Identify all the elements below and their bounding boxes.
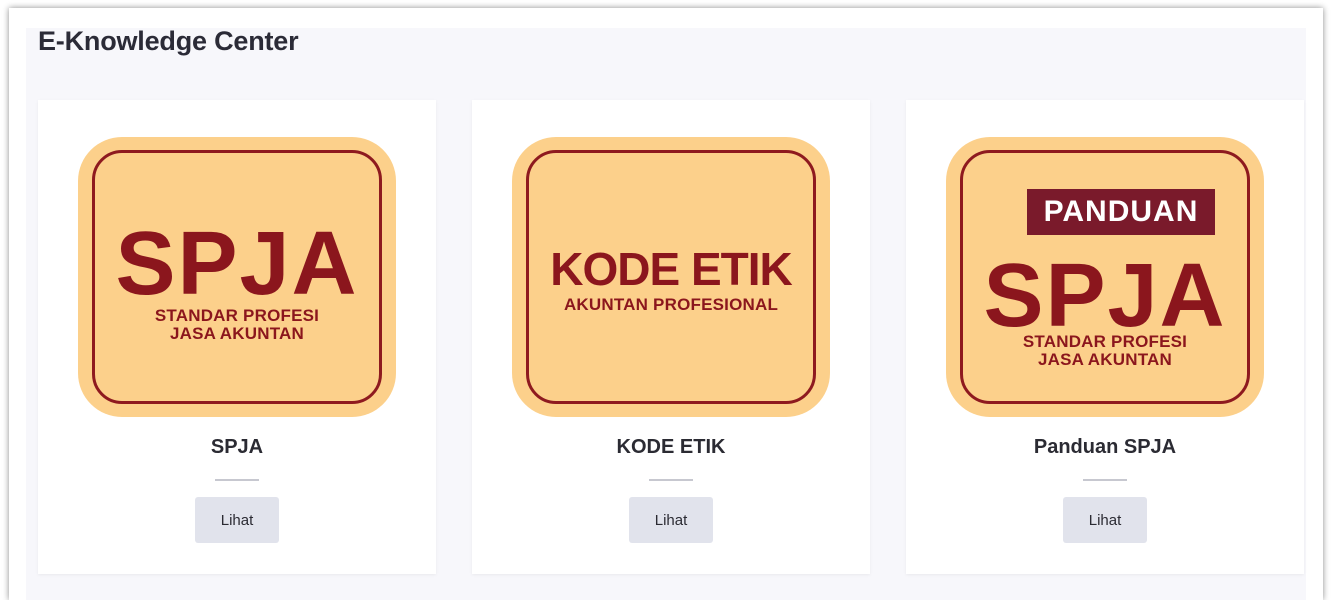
- spja-cover-image[interactable]: SPJA STANDAR PROFESI JASA AKUNTAN: [78, 137, 396, 417]
- knowledge-card-spja: SPJA STANDAR PROFESI JASA AKUNTAN SPJA L…: [38, 100, 436, 574]
- cover-border: PANDUAN SPJA STANDAR PROFESI JASA AKUNTA…: [960, 150, 1250, 404]
- knowledge-card-kode-etik: KODE ETIK AKUNTAN PROFESIONAL KODE ETIK …: [472, 100, 870, 574]
- panduan-spja-cover-image[interactable]: PANDUAN SPJA STANDAR PROFESI JASA AKUNTA…: [946, 137, 1264, 417]
- card-divider: [1083, 479, 1127, 481]
- cover-main-text: SPJA: [115, 214, 359, 314]
- card-divider: [215, 479, 259, 481]
- cover-banner: PANDUAN: [1027, 189, 1215, 235]
- knowledge-card-panduan-spja: PANDUAN SPJA STANDAR PROFESI JASA AKUNTA…: [906, 100, 1304, 574]
- cover-sub-text: JASA AKUNTAN: [170, 324, 304, 343]
- cover-sub-text: STANDAR PROFESI: [1022, 332, 1188, 351]
- page-title: E-Knowledge Center: [38, 26, 299, 56]
- cover-main-text: SPJA: [983, 246, 1227, 346]
- card-title: KODE ETIK: [616, 436, 726, 458]
- cover-main-text: KODE ETIK: [550, 243, 792, 295]
- cover-sub-text: AKUNTAN PROFESIONAL: [563, 295, 779, 314]
- cover-border: KODE ETIK AKUNTAN PROFESIONAL: [526, 150, 816, 404]
- lihat-button[interactable]: Lihat: [1063, 497, 1147, 543]
- lihat-button[interactable]: Lihat: [629, 497, 713, 543]
- card-title: Panduan SPJA: [1033, 436, 1177, 458]
- card-title: SPJA: [210, 436, 264, 458]
- kode-etik-cover-image[interactable]: KODE ETIK AKUNTAN PROFESIONAL: [512, 137, 830, 417]
- cover-border: SPJA STANDAR PROFESI JASA AKUNTAN: [92, 150, 382, 404]
- card-divider: [649, 479, 693, 481]
- cover-sub-text: STANDAR PROFESI: [154, 306, 320, 325]
- cover-sub-text: JASA AKUNTAN: [1038, 350, 1172, 369]
- lihat-button[interactable]: Lihat: [195, 497, 279, 543]
